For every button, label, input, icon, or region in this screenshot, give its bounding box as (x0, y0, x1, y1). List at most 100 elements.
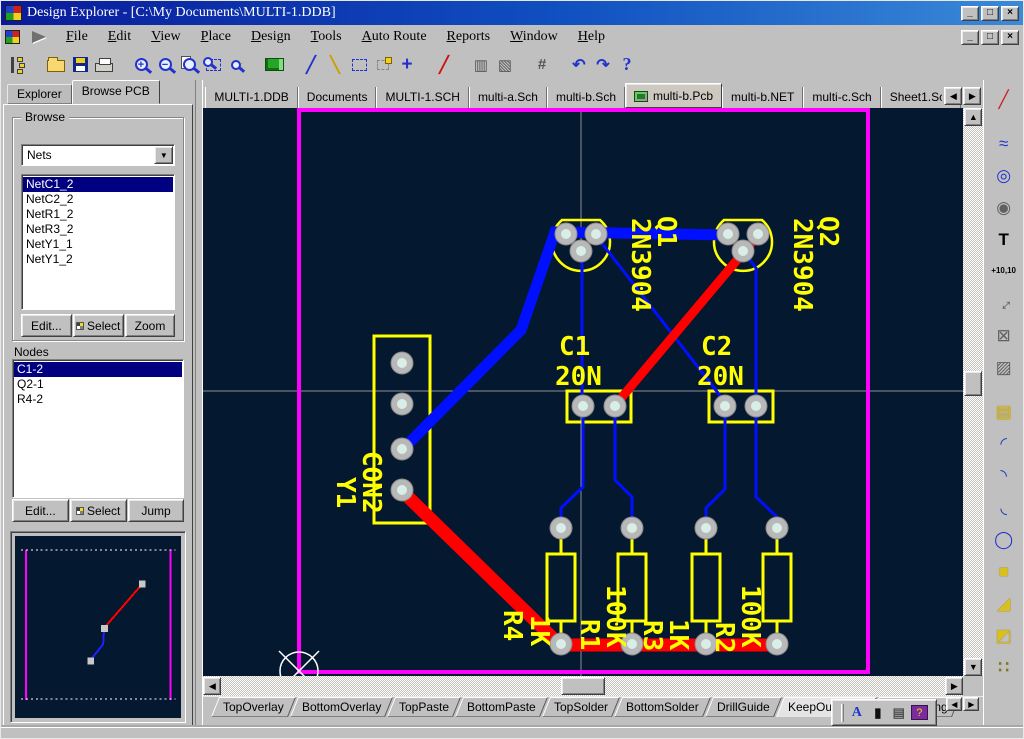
place-fill-icon[interactable]: ■ (990, 558, 1018, 584)
help-book-icon[interactable]: ? (911, 705, 928, 720)
scroll-up-icon[interactable]: ▲ (964, 108, 982, 126)
doc-tab[interactable]: Documents (298, 87, 377, 108)
menu-edit[interactable]: Edit (98, 27, 141, 47)
doc-tab[interactable]: MULTI-1.SCH (376, 87, 468, 108)
grid-toggle-icon[interactable]: # (530, 53, 554, 77)
place-circle-icon[interactable]: ◯ (990, 526, 1018, 552)
layer-tab-topoverlay[interactable]: TopOverlay (211, 697, 296, 717)
nav-arrow-icon[interactable] (32, 31, 46, 43)
place-fill-hatched-icon[interactable]: ▨ (990, 354, 1018, 380)
mdi-restore-button[interactable]: □ (981, 30, 999, 45)
doc-tab[interactable]: multi-c.Sch (803, 87, 880, 108)
zoom-document-icon[interactable] (177, 53, 201, 77)
horizontal-scroll-thumb[interactable] (561, 677, 605, 695)
select-area-icon[interactable] (347, 53, 371, 77)
undo-icon[interactable]: ↶ (567, 53, 591, 77)
mdi-close-button[interactable]: × (1001, 30, 1019, 45)
nodes-list[interactable]: C1-2 Q2-1 R4-2 (12, 359, 184, 498)
minimize-button[interactable]: _ (961, 6, 979, 21)
pencil-tool-icon[interactable]: ╲ (323, 53, 347, 77)
place-polygon-icon[interactable]: ◢ (990, 590, 1018, 616)
place-coordinate-icon[interactable]: +10,10 (990, 258, 1018, 284)
list-item-net[interactable]: NetC2_2 (23, 192, 173, 207)
node-edit-button[interactable]: Edit... (12, 499, 69, 522)
scroll-left-icon[interactable]: ◀ (203, 677, 221, 695)
list-item-node[interactable]: C1-2 (14, 362, 182, 377)
place-dimension-icon[interactable]: ↔ (985, 284, 1023, 322)
chevron-down-icon[interactable]: ▼ (154, 146, 173, 164)
list-item-net[interactable]: NetR1_2 (23, 207, 173, 222)
net-select-button[interactable]: Select (73, 314, 124, 337)
menu-design[interactable]: Design (241, 27, 301, 47)
tab-browse-pcb[interactable]: Browse PCB (72, 80, 160, 104)
zoom-area-icon[interactable] (201, 53, 225, 77)
menu-view[interactable]: View (141, 27, 191, 47)
wiring-tool-icon[interactable]: ╱ (299, 53, 323, 77)
doc-tab[interactable]: multi-a.Sch (469, 87, 547, 108)
list-item-node[interactable]: R4-2 (14, 392, 182, 407)
cross-probe-icon[interactable] (262, 53, 286, 77)
magic-wand-icon[interactable]: ╱ (432, 53, 456, 77)
component-r4[interactable] (763, 529, 791, 642)
tab-scroll-right-icon[interactable]: ▶ (963, 87, 981, 105)
scroll-right-icon[interactable]: ▶ (945, 677, 963, 695)
document-logo-icon[interactable] (5, 30, 20, 44)
doc-tab[interactable]: MULTI-1.DDB (205, 87, 297, 108)
layer-tab-toppaste[interactable]: TopPaste (387, 697, 461, 717)
place-track-icon[interactable]: ≈ (990, 130, 1018, 156)
canvas-horizontal-scrollbar[interactable]: ◀ ▶ (203, 676, 963, 696)
edit-arc-center-icon[interactable]: ◝ (990, 462, 1018, 488)
place-room-icon[interactable]: ⊠ (990, 322, 1018, 348)
zoom-selection-icon[interactable]: : (225, 53, 249, 77)
place-via-icon[interactable]: ◎ (990, 162, 1018, 188)
explorer-panel-toggle-icon[interactable] (7, 53, 31, 77)
menu-window[interactable]: Window (500, 27, 568, 47)
doc-tab[interactable]: multi-b.NET (722, 87, 803, 108)
open-document-icon[interactable] (44, 53, 68, 77)
canvas-vertical-scrollbar[interactable]: ▲ ▼ (963, 108, 983, 676)
keyboard-icon[interactable]: ▤ (890, 704, 908, 722)
edit-arc-edge-icon[interactable]: ◜ (990, 430, 1018, 456)
tab-explorer[interactable]: Explorer (7, 84, 72, 104)
pad-layer[interactable] (391, 223, 788, 655)
browse-mode-select[interactable]: Nets ▼ (21, 144, 175, 166)
move-component-icon[interactable]: + (395, 53, 419, 77)
doc-tab-active[interactable]: multi-b.Pcb (625, 83, 722, 108)
list-item-node[interactable]: Q2-1 (14, 377, 182, 392)
tab-scroll-left-icon[interactable]: ◀ (944, 87, 962, 105)
menu-auto-route[interactable]: Auto Route (352, 27, 437, 47)
menu-tools[interactable]: Tools (301, 27, 352, 47)
top-layer-tracks[interactable] (402, 235, 778, 645)
layer-scroll-left-icon[interactable]: ◀ (946, 697, 962, 711)
close-button[interactable]: × (1001, 6, 1019, 21)
save-icon[interactable] (68, 53, 92, 77)
toolbar-grip[interactable] (841, 704, 844, 722)
node-jump-button[interactable]: Jump (128, 499, 185, 522)
zoom-in-icon[interactable]: + (129, 53, 153, 77)
panel-splitter[interactable] (195, 80, 203, 728)
place-split-plane-icon[interactable]: ◩ (990, 622, 1018, 648)
layer-scroll-right-icon[interactable]: ▶ (963, 697, 979, 711)
place-pad-icon[interactable]: ◉ (990, 194, 1018, 220)
annotate-text-icon[interactable]: A (848, 704, 866, 722)
layer-tab-drillguide[interactable]: DrillGuide (705, 697, 782, 717)
list-item-net[interactable]: NetY1_1 (23, 237, 173, 252)
list-item-net[interactable]: NetY1_2 (23, 252, 173, 267)
layer-tab-topsolder[interactable]: TopSolder (542, 697, 620, 717)
place-string-icon[interactable]: T (990, 226, 1018, 252)
layer-tab-bottomsolder[interactable]: BottomSolder (614, 697, 711, 717)
pcb-canvas[interactable]: 2N3904 Q1 2N3904 Q2 C1 20N C2 20N CON2 Y… (203, 108, 963, 676)
menu-file[interactable]: File (56, 27, 98, 47)
net-edit-button[interactable]: Edit... (21, 314, 72, 337)
deselect-all-icon[interactable] (371, 53, 395, 77)
net-preview-panel[interactable] (10, 531, 186, 723)
list-item-net[interactable]: NetR3_2 (23, 222, 173, 237)
layer-tab-bottompaste[interactable]: BottomPaste (455, 697, 548, 717)
net-zoom-button[interactable]: Zoom (125, 314, 176, 337)
zoom-out-icon[interactable]: − (153, 53, 177, 77)
nets-list[interactable]: NetC1_2 NetC2_2 NetR1_2 NetR3_2 NetY1_1 … (21, 174, 175, 310)
polygon-shield-icon[interactable]: ▥ (469, 53, 493, 77)
menu-reports[interactable]: Reports (437, 27, 501, 47)
menu-place[interactable]: Place (191, 27, 241, 47)
interactive-routing-icon[interactable]: ╱ (990, 86, 1018, 112)
